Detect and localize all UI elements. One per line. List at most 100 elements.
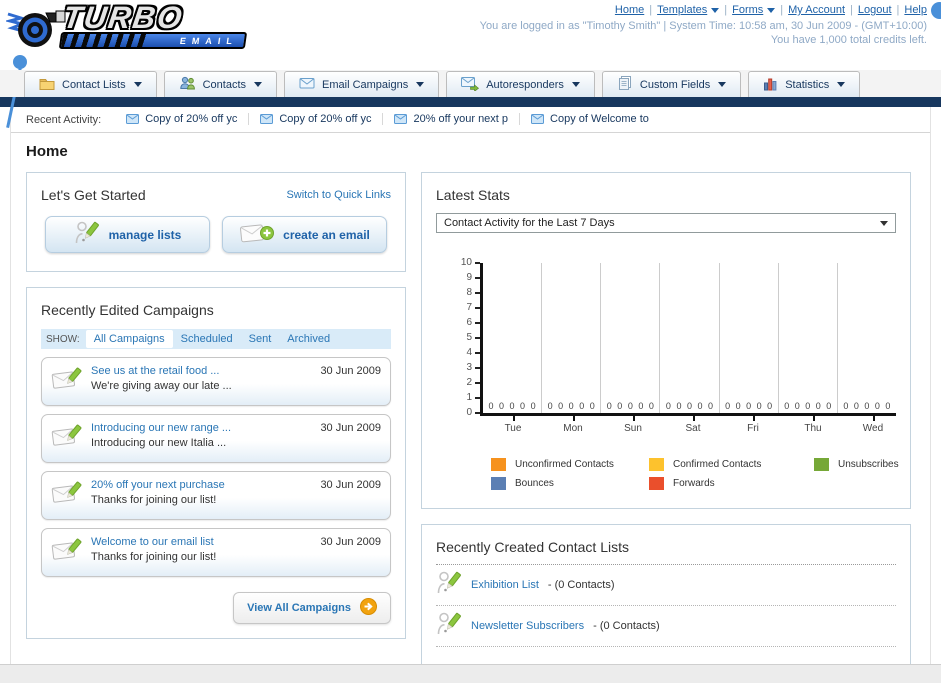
envelope-edit-icon (51, 479, 83, 512)
tab-label: Email Campaigns (322, 78, 409, 91)
contact-list-item[interactable]: Exhibition List - (0 Contacts) (436, 565, 896, 606)
campaign-subtitle: Thanks for joining our list! (91, 551, 217, 563)
tab-contact-lists[interactable]: Contact Lists (24, 71, 157, 97)
app-header: TURBO EMAIL Home | Templates | Forms | My Acco… (0, 0, 941, 128)
filter-tab-all-campaigns[interactable]: All Campaigns (85, 330, 173, 348)
bar-value-label: 0 (606, 401, 612, 411)
chart-plot-area: 00000000000000000000000000000000000 (480, 263, 896, 416)
top-nav: Home | Templates | Forms | My Account | Logout | H… (480, 4, 927, 16)
campaign-list-item[interactable]: 20% off your next purchase Thanks for joi… (41, 471, 391, 520)
campaign-title-link[interactable]: Welcome to our email list (91, 536, 312, 548)
chart-x-axis: Tue Mon Sun Sat Fri Thu Wed (483, 416, 903, 434)
bar-value-label: 0 (499, 401, 505, 411)
bar-value-label: 0 (665, 401, 671, 411)
envelope-edit-icon (51, 365, 83, 398)
campaign-list-item[interactable]: Welcome to our email list Thanks for join… (41, 528, 391, 577)
recent-activity-item[interactable]: 20% off your next p (383, 112, 521, 125)
y-tick-label: 7 (466, 302, 472, 313)
link-separator: | (724, 4, 728, 16)
campaign-title-link[interactable]: 20% off your next purchase (91, 479, 312, 491)
campaign-list-item[interactable]: See us at the retail food ... We're givin… (41, 357, 391, 406)
campaign-title-link[interactable]: See us at the retail food ... (91, 365, 312, 377)
bar-value-label: 0 (627, 401, 633, 411)
filter-tab-scheduled[interactable]: Scheduled (173, 330, 241, 348)
campaign-subtitle: We're giving away our late ... (91, 380, 232, 392)
bar-value-label: 0 (520, 401, 526, 411)
top-link-my-account[interactable]: My Account (788, 4, 845, 16)
switch-quick-links-link[interactable]: Switch to Quick Links (286, 189, 391, 201)
view-all-campaigns-button[interactable]: View All Campaigns (233, 592, 391, 624)
tab-autoresponders[interactable]: Autoresponders (446, 71, 595, 97)
contact-list-count: - (0 Contacts) (547, 579, 615, 591)
app-logo[interactable]: TURBO EMAIL (4, 0, 248, 56)
y-tick-label: 8 (466, 287, 472, 298)
top-link-logout[interactable]: Logout (858, 4, 892, 16)
recent-activity-item[interactable]: Copy of Welcome to (520, 113, 660, 125)
filter-tab-sent[interactable]: Sent (241, 330, 280, 348)
mail-icon (260, 113, 274, 124)
x-axis-label: Sun (603, 416, 663, 434)
activity-item-label: Copy of 20% off yc (279, 112, 372, 125)
campaign-texts: 20% off your next purchase Thanks for joi… (91, 479, 312, 506)
arrow-circle-icon (360, 598, 377, 618)
legend-swatch (814, 458, 829, 471)
manage-lists-button[interactable]: manage lists (45, 216, 210, 253)
latest-stats-panel: Latest Stats Contact Activity for the La… (421, 172, 911, 509)
top-link-home[interactable]: Home (615, 4, 644, 16)
stats-period-dropdown[interactable]: Contact Activity for the Last 7 Days (436, 213, 896, 233)
chart-day-group: 00000 (601, 263, 661, 413)
campaign-texts: Introducing our new range ... Introducing… (91, 422, 312, 449)
filter-tab-archived[interactable]: Archived (279, 330, 338, 348)
envelope-edit-icon (51, 536, 83, 569)
top-link-templates[interactable]: Templates (657, 4, 720, 16)
recent-activity-item[interactable]: Copy of 20% off yc (249, 112, 384, 125)
bar-value-label: 0 (488, 401, 494, 411)
campaigns-title: Recently Edited Campaigns (41, 302, 214, 318)
bar-value-labels: 00000 (542, 401, 600, 411)
chart-y-axis: 0 1 2 3 4 5 6 7 8 9 10 (454, 258, 480, 418)
top-link-forms[interactable]: Forms (732, 4, 776, 16)
campaign-list: See us at the retail food ... We're givin… (41, 357, 391, 577)
view-all-campaigns-label: View All Campaigns (247, 602, 351, 614)
bar-value-label: 0 (617, 401, 623, 411)
contact-lists-title: Recently Created Contact Lists (436, 539, 896, 565)
bar-value-labels: 00000 (483, 401, 541, 411)
tab-contacts[interactable]: Contacts (163, 71, 278, 97)
bar-value-label: 0 (864, 401, 870, 411)
recent-activity-label: Recent Activity: (26, 113, 102, 126)
tab-statistics[interactable]: Statistics (748, 71, 861, 97)
contact-list-items: Exhibition List - (0 Contacts) Newsletter… (436, 565, 896, 647)
chevron-down-icon (133, 82, 142, 87)
x-axis-label: Tue (483, 416, 543, 434)
activity-item-label: Copy of 20% off yc (145, 112, 238, 125)
campaign-date: 30 Jun 2009 (320, 365, 381, 377)
tab-email-campaigns[interactable]: Email Campaigns (284, 71, 440, 97)
legend-label: Confirmed Contacts (673, 459, 762, 470)
campaign-list-item[interactable]: Introducing our new range ... Introducing… (41, 414, 391, 463)
contact-list-count: - (0 Contacts) (593, 620, 660, 632)
campaign-title-link[interactable]: Introducing our new range ... (91, 422, 312, 434)
top-link-help[interactable]: Help (904, 4, 927, 16)
contact-list-item[interactable]: Newsletter Subscribers - (0 Contacts) (436, 606, 896, 647)
mail-icon (394, 113, 408, 124)
contact-list-link[interactable]: Newsletter Subscribers (471, 620, 584, 632)
recent-activity-item[interactable]: Copy of 20% off yc (115, 112, 250, 125)
y-tick-label: 1 (466, 392, 472, 403)
legend-item: Confirmed Contacts (649, 458, 814, 471)
chevron-down-icon (571, 82, 580, 87)
bar-value-label: 0 (794, 401, 800, 411)
contact-list-link[interactable]: Exhibition List (471, 579, 539, 591)
bar-value-labels: 00000 (720, 401, 778, 411)
create-email-button[interactable]: create an email (222, 216, 387, 253)
tab-custom-fields[interactable]: Custom Fields (601, 71, 742, 97)
campaign-filter-bar: SHOW: All Campaigns Scheduled Sent Archived (41, 329, 391, 349)
y-tick-label: 9 (466, 272, 472, 283)
bar-value-label: 0 (756, 401, 762, 411)
bar-value-labels: 00000 (779, 401, 837, 411)
bar-value-label: 0 (697, 401, 703, 411)
show-label: SHOW: (46, 333, 80, 345)
corner-decoration (931, 2, 941, 19)
person-pencil-icon (74, 220, 100, 250)
page-footer (0, 664, 941, 683)
bar-value-label: 0 (638, 401, 644, 411)
